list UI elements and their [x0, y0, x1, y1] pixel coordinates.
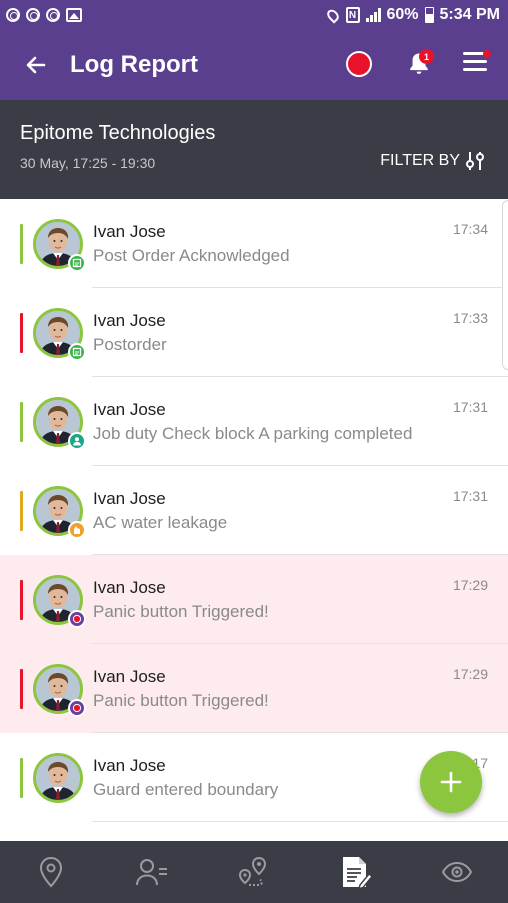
filter-label: FILTER BY: [380, 152, 460, 169]
route-icon: [238, 856, 266, 886]
notification-count-badge: 1: [419, 49, 434, 64]
nav-watch[interactable]: [427, 842, 487, 902]
page-title: Log Report: [70, 51, 198, 78]
sliders-icon: [466, 152, 484, 170]
panic-type-icon: [68, 610, 86, 628]
log-time: 17:29: [452, 666, 488, 682]
menu-line: [463, 68, 487, 71]
plus-icon: [440, 771, 462, 793]
log-status-indicator: [20, 669, 23, 709]
date-range: 30 May, 17:25 - 19:30: [20, 155, 156, 171]
user-avatar: [33, 308, 86, 361]
clock: 5:34 PM: [439, 6, 500, 23]
log-user-name: Ivan Jose: [93, 400, 166, 419]
user-avatar: [33, 575, 86, 628]
row-divider: [92, 821, 508, 822]
log-item[interactable]: Ivan Jose Panic button Triggered! 17:29: [0, 644, 508, 733]
menu-button[interactable]: [463, 50, 493, 78]
arrow-left-icon: [26, 56, 46, 74]
log-time: 17:29: [452, 577, 488, 593]
log-description: Job duty Check block A parking completed: [93, 424, 413, 443]
company-name: Epitome Technologies: [20, 122, 216, 144]
job-type-icon: [68, 432, 86, 450]
order-type-icon: [68, 343, 86, 361]
log-status-indicator: [20, 224, 23, 264]
app-notification-icon: [26, 8, 40, 22]
report-icon: [342, 857, 372, 889]
user-list-icon: [136, 859, 168, 886]
user-avatar: [33, 219, 86, 272]
log-time: 17:31: [452, 488, 488, 504]
notification-icons: [6, 8, 82, 22]
incident-type-icon: [68, 521, 86, 539]
user-avatar: [33, 486, 86, 539]
nav-map[interactable]: [21, 842, 81, 902]
log-user-name: Ivan Jose: [93, 578, 166, 597]
filter-button[interactable]: FILTER BY: [380, 150, 486, 172]
log-item[interactable]: Ivan Jose Postorder 17:33: [0, 288, 508, 377]
log-description: AC water leakage: [93, 513, 228, 532]
log-description: Post Order Acknowledged: [93, 246, 290, 265]
report-header: Epitome Technologies 30 May, 17:25 - 19:…: [0, 100, 508, 199]
menu-alert-dot: [483, 50, 491, 58]
user-avatar: [33, 397, 86, 450]
log-description: Guard entered boundary: [93, 780, 279, 799]
location-status-icon: [324, 6, 341, 24]
log-time: 17:31: [452, 399, 488, 415]
log-description: Postorder: [93, 335, 167, 354]
scrollbar[interactable]: [502, 200, 508, 370]
log-time: 17:34: [452, 221, 488, 237]
log-user-name: Ivan Jose: [93, 756, 166, 775]
system-indicators: N 60% 5:34 PM: [324, 6, 500, 24]
log-status-indicator: [20, 313, 23, 353]
user-avatar: [33, 664, 86, 717]
order-type-icon: [68, 254, 86, 272]
nav-users[interactable]: [122, 842, 182, 902]
app-notification-icon: [6, 8, 20, 22]
user-avatar: [33, 753, 83, 803]
log-item[interactable]: Ivan Jose Post Order Acknowledged 17:34: [0, 199, 508, 288]
app-bar: Log Report 1: [0, 30, 508, 100]
nfc-status-icon: N: [345, 7, 360, 23]
record-button[interactable]: [346, 51, 372, 77]
back-button[interactable]: [16, 45, 56, 85]
log-description: Panic button Triggered!: [93, 602, 269, 621]
eye-icon: [442, 861, 473, 883]
battery-percent: 60%: [386, 6, 419, 23]
log-description: Panic button Triggered!: [93, 691, 269, 710]
log-user-name: Ivan Jose: [93, 311, 166, 330]
system-status-bar: N 60% 5:34 PM: [0, 0, 508, 30]
log-user-name: Ivan Jose: [93, 667, 166, 686]
nav-route[interactable]: [224, 842, 284, 902]
bottom-navigation: [0, 841, 508, 903]
log-status-indicator: [20, 580, 23, 620]
panic-type-icon: [68, 699, 86, 717]
log-user-name: Ivan Jose: [93, 222, 166, 241]
nav-reports[interactable]: [326, 842, 386, 902]
location-pin-icon: [39, 856, 62, 888]
log-item[interactable]: Ivan Jose AC water leakage 17:31: [0, 466, 508, 555]
log-item[interactable]: Ivan Jose Panic button Triggered! 17:29: [0, 555, 508, 644]
menu-line: [463, 60, 487, 63]
log-item[interactable]: Ivan Jose Job duty Check block A parking…: [0, 377, 508, 466]
app-notification-icon: [46, 8, 60, 22]
add-log-button[interactable]: [420, 751, 482, 813]
notifications-button[interactable]: 1: [405, 49, 435, 80]
gallery-notification-icon: [66, 8, 82, 22]
log-status-indicator: [20, 758, 23, 798]
battery-icon: [424, 7, 434, 23]
log-list[interactable]: Ivan Jose Post Order Acknowledged 17:34 …: [0, 199, 508, 841]
signal-strength-icon: [365, 8, 381, 22]
log-status-indicator: [20, 491, 23, 531]
log-user-name: Ivan Jose: [93, 489, 166, 508]
log-time: 17:33: [452, 310, 488, 326]
log-status-indicator: [20, 402, 23, 442]
avatar-photo: [33, 753, 83, 803]
